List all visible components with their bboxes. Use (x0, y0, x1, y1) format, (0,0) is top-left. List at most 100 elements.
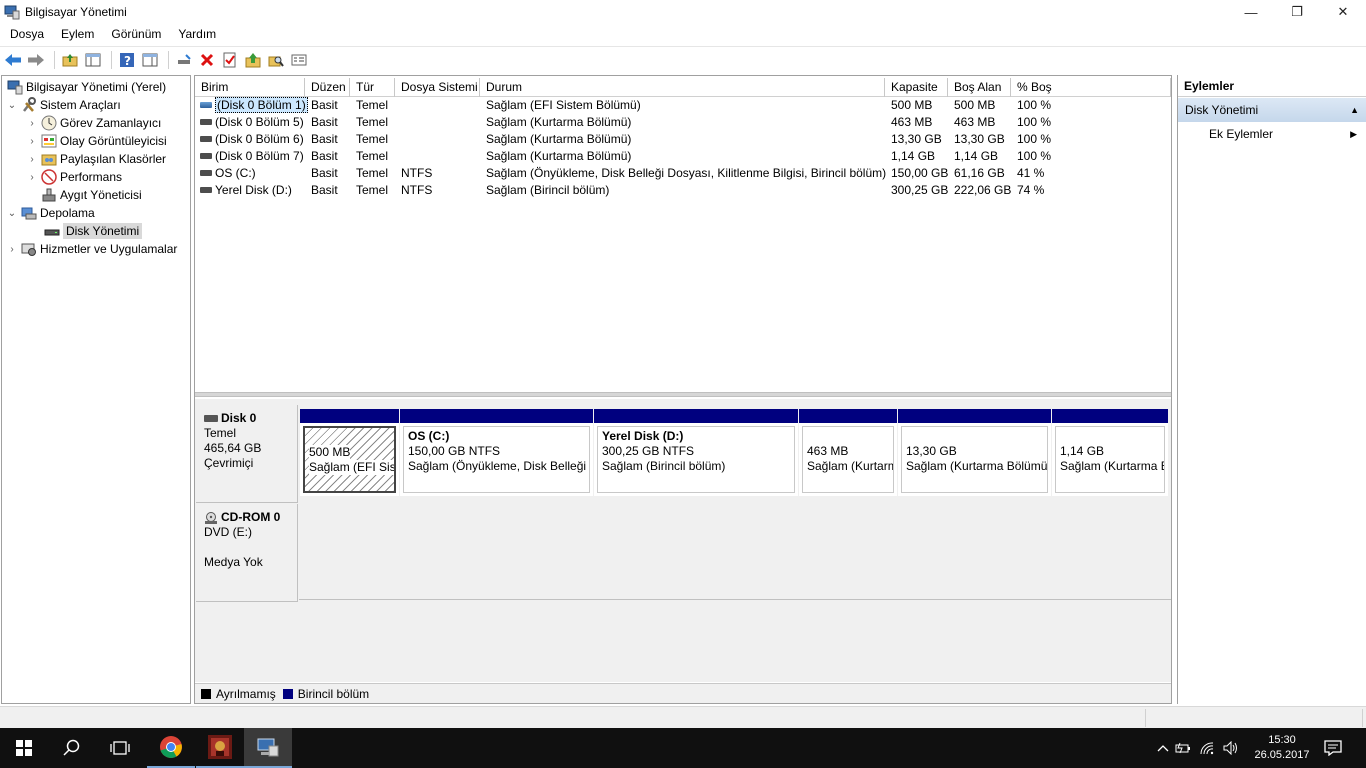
windows-logo-icon (16, 740, 32, 756)
back-button[interactable] (3, 50, 23, 70)
search-folder-button[interactable] (266, 50, 286, 70)
column-header-status[interactable]: Durum (480, 78, 885, 97)
wifi-network-icon[interactable] (1195, 741, 1219, 755)
menu-view[interactable]: Görünüm (101, 24, 168, 44)
capacity-cell: 300,25 GB (891, 183, 949, 197)
menu-help[interactable]: Yardım (168, 24, 223, 44)
table-row[interactable]: (Disk 0 Bölüm 7) Basit Temel Sağlam (Kur… (195, 148, 1171, 165)
column-header-percent-free[interactable]: % Boş (1011, 78, 1171, 97)
folder-up-icon (62, 53, 78, 66)
pane-splitter[interactable] (195, 392, 1171, 397)
disk-0-label[interactable]: Disk 0 Temel 465,64 GB Çevrimiçi (196, 405, 298, 503)
tree-item-shared-folders[interactable]: › Paylaşılan Klasörler (26, 150, 166, 168)
tree-item-root[interactable]: Bilgisayar Yönetimi (Yerel) (4, 78, 166, 96)
tree-item-storage[interactable]: ⌄ Depolama (6, 204, 95, 222)
computer-management-icon (7, 79, 23, 95)
column-header-file-system[interactable]: Dosya Sistemi (395, 78, 480, 97)
expand-chevron-icon[interactable]: › (26, 118, 38, 129)
up-level-button[interactable] (60, 50, 80, 70)
column-header-free-space[interactable]: Boş Alan (948, 78, 1011, 97)
percent-free-cell: 41 % (1017, 166, 1045, 180)
chrome-taskbar-button[interactable] (147, 728, 195, 768)
properties-button[interactable] (289, 50, 309, 70)
console-tree: Bilgisayar Yönetimi (Yerel) ⌄ Sistem Ara… (1, 75, 191, 704)
taskbar-clock[interactable]: 15:30 26.05.2017 (1252, 733, 1312, 763)
collapse-chevron-icon[interactable]: ⌄ (6, 208, 18, 219)
tree-item-performance[interactable]: › Performans (26, 168, 122, 186)
menu-file[interactable]: Dosya (0, 24, 51, 44)
tree-item-services[interactable]: › Hizmetler ve Uygulamalar (6, 240, 177, 258)
table-row[interactable]: OS (C:) Basit Temel NTFS Sağlam (Önyükle… (195, 165, 1171, 182)
expand-chevron-icon[interactable]: › (6, 244, 18, 255)
status-cell: Sağlam (Birincil bölüm) (486, 183, 610, 197)
computer-management-taskbar-button[interactable] (244, 728, 292, 768)
partition-recovery-463[interactable]: 463 MB Sağlam (Kurtarma Bölümü) (799, 409, 897, 496)
event-viewer-icon (41, 133, 57, 149)
expand-chevron-icon[interactable]: › (26, 172, 38, 183)
power-battery-icon[interactable] (1171, 741, 1195, 755)
action-center-button[interactable] (1310, 728, 1356, 768)
clock-icon (41, 115, 57, 131)
table-row[interactable]: (Disk 0 Bölüm 6) Basit Temel Sağlam (Kur… (195, 131, 1171, 148)
partition-recovery-13[interactable]: 13,30 GB Sağlam (Kurtarma Bölümü) (898, 409, 1051, 496)
show-hide-action-pane-button[interactable] (140, 50, 160, 70)
expand-chevron-icon[interactable]: › (26, 136, 38, 147)
computer-management-icon (257, 738, 279, 757)
graphical-disk-view: Disk 0 Temel 465,64 GB Çevrimiçi 500 MB … (195, 399, 1171, 682)
volume-speaker-icon[interactable] (1219, 741, 1243, 755)
tree-item-disk-management[interactable]: Disk Yönetimi (41, 222, 143, 240)
tree-label: Hizmetler ve Uygulamalar (40, 242, 178, 256)
restore-button[interactable]: ❐ (1274, 0, 1320, 24)
partition-status: Sağlam (Önyükleme, Disk Belleği Dosyası,… (408, 459, 589, 473)
start-button[interactable] (0, 728, 48, 768)
volume-icon (200, 118, 212, 125)
close-button[interactable]: ✕ (1320, 0, 1366, 24)
column-header-capacity[interactable]: Kapasite (885, 78, 948, 97)
more-actions-item[interactable]: Ek Eylemler ▶ (1178, 122, 1366, 146)
partition-title (906, 429, 1043, 444)
show-hidden-icons-chevron-icon[interactable] (1155, 741, 1171, 755)
column-header-layout[interactable]: Düzen (305, 78, 350, 97)
capacity-cell: 463 MB (891, 115, 933, 129)
partition-size: 150,00 GB NTFS (408, 444, 501, 458)
column-header-volume[interactable]: Birim (195, 78, 305, 97)
actions-pane: Eylemler Disk Yönetimi ▲ Ek Eylemler ▶ (1177, 75, 1366, 704)
tree-item-system-tools[interactable]: ⌄ Sistem Araçları (6, 96, 121, 114)
partition-local-d[interactable]: Yerel Disk (D:) 300,25 GB NTFS Sağlam (B… (594, 409, 798, 496)
percent-free-cell: 100 % (1017, 149, 1052, 163)
menu-action[interactable]: Eylem (51, 24, 101, 44)
column-header-type[interactable]: Tür (350, 78, 395, 97)
table-row[interactable]: (Disk 0 Bölüm 5) Basit Temel Sağlam (Kur… (195, 114, 1171, 131)
cdrom-0-label[interactable]: CD-ROM 0 DVD (E:) Medya Yok (196, 504, 298, 602)
check-button[interactable] (220, 50, 240, 70)
free-space-cell: 463 MB (954, 115, 996, 129)
partition-recovery-1[interactable]: 1,14 GB Sağlam (Kurtarma Bölümü) (1052, 409, 1168, 496)
partition-os-c[interactable]: OS (C:) 150,00 GB NTFS Sağlam (Önyükleme… (400, 409, 593, 496)
tree-label: Aygıt Yöneticisi (60, 188, 142, 202)
help-button[interactable]: ? (117, 50, 137, 70)
search-button[interactable] (48, 728, 96, 768)
folder-up-arrow-button[interactable] (243, 50, 263, 70)
task-view-button[interactable] (96, 728, 144, 768)
actions-section-disk-management[interactable]: Disk Yönetimi ▲ (1178, 98, 1366, 122)
delete-button[interactable] (197, 50, 217, 70)
table-row[interactable]: (Disk 0 Bölüm 1) Basit Temel Sağlam (EFI… (195, 97, 1171, 114)
tree-item-event-viewer[interactable]: › Olay Görüntüleyicisi (26, 132, 166, 150)
tree-item-task-scheduler[interactable]: › Görev Zamanlayıcı (26, 114, 161, 132)
collapse-triangle-icon[interactable]: ▲ (1350, 98, 1359, 122)
delete-x-icon (200, 53, 214, 66)
forward-button[interactable] (26, 50, 46, 70)
cdrom-media: Medya Yok (204, 555, 263, 569)
expand-chevron-icon[interactable]: › (26, 154, 38, 165)
partition-efi[interactable]: 500 MB Sağlam (EFI Sistem Bölümü) (300, 409, 399, 496)
tools-icon (21, 97, 37, 113)
table-row[interactable]: Yerel Disk (D:) Basit Temel NTFS Sağlam … (195, 182, 1171, 199)
tree-item-device-manager[interactable]: Aygıt Yöneticisi (38, 186, 142, 204)
properties-icon (291, 54, 307, 65)
minimize-button[interactable]: — (1228, 0, 1274, 24)
game-app-taskbar-button[interactable] (196, 728, 244, 768)
connect-drive-button[interactable] (174, 50, 194, 70)
collapse-chevron-icon[interactable]: ⌄ (6, 100, 18, 111)
show-hide-tree-button[interactable] (83, 50, 103, 70)
capacity-cell: 13,30 GB (891, 132, 942, 146)
